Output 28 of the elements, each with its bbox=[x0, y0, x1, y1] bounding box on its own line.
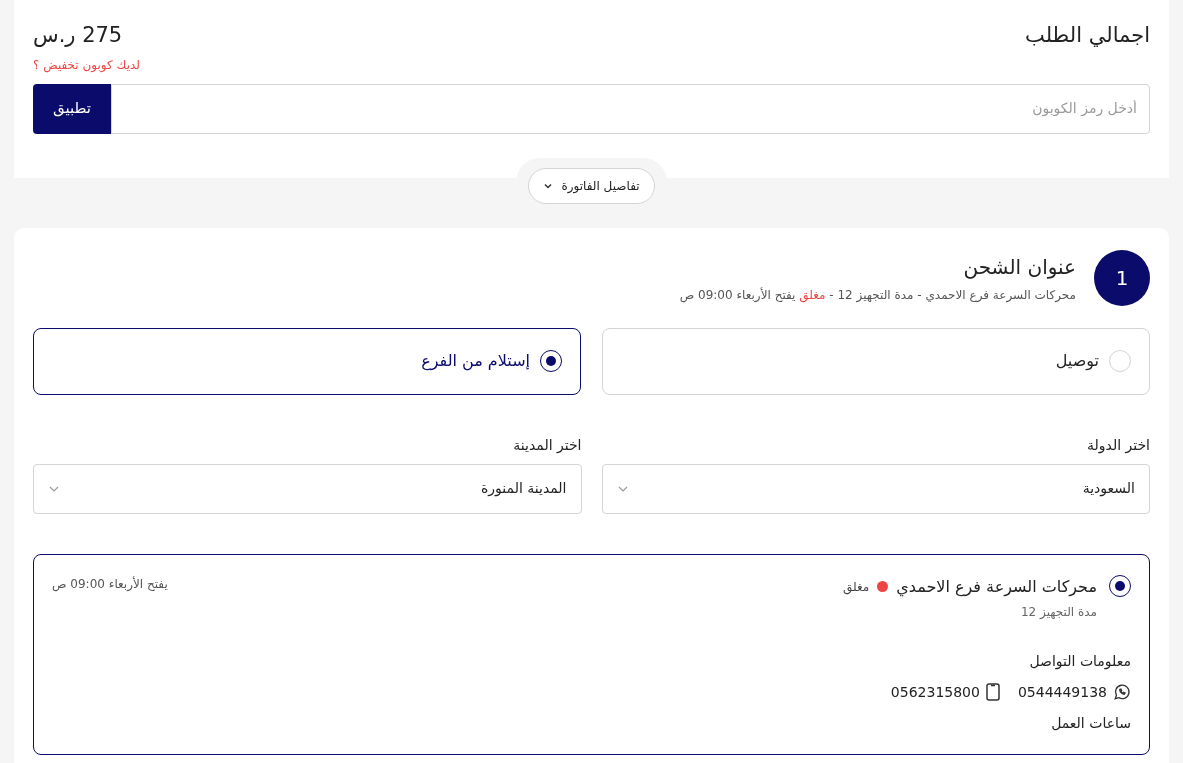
dropdown-select[interactable]: المدينة المنورة bbox=[33, 463, 582, 514]
apply-button[interactable]: تطبيق bbox=[33, 83, 111, 134]
option-label: توصيل bbox=[1055, 350, 1099, 373]
step-number: 1 bbox=[1094, 249, 1150, 306]
branch-summary: محركات السرعة فرع الاحمدي - مدة التجهيز 12 - bbox=[828, 287, 1076, 302]
contact-title: معلومات التواصل bbox=[1028, 651, 1131, 672]
order-total-amount: 275 ر.س bbox=[33, 22, 123, 49]
select-label: اختر الدولة bbox=[1086, 435, 1150, 456]
whatsapp-number: 0544449138 bbox=[1017, 682, 1107, 702]
working-hours-title: ساعات العمل bbox=[1050, 713, 1131, 733]
opening-time: يفتح الأربعاء 09:00 ص bbox=[679, 287, 797, 302]
order-total-title: اجمالي الطلب bbox=[1025, 22, 1150, 49]
invoice-details-toggle[interactable]: تفاصيل الفاتورة bbox=[528, 167, 655, 204]
select-label: اختر المدينة bbox=[512, 435, 582, 455]
branch-status: مغلق bbox=[799, 287, 826, 302]
option-label: إستلام من الفرع bbox=[421, 350, 530, 373]
shipping-title: عنوان الشحن bbox=[962, 253, 1076, 281]
delivery-option[interactable]: إستلام من الفرع bbox=[33, 327, 581, 395]
delivery-option[interactable]: توصيل bbox=[602, 327, 1150, 395]
preparation-time: مدة التجهيز 12 bbox=[1019, 603, 1097, 621]
mobile-phone-icon bbox=[985, 683, 1000, 701]
dropdown-select[interactable]: السعودية bbox=[601, 463, 1150, 514]
coupon-prompt: لديك كوبون تخفيض ؟ bbox=[33, 56, 140, 74]
branch-status: مغلق bbox=[843, 578, 870, 596]
opening-time: يفتح الأربعاء 09:00 ص bbox=[52, 575, 168, 593]
branch-name: محركات السرعة فرع الاحمدي bbox=[896, 575, 1097, 599]
mobile-number: 0562315800 bbox=[890, 682, 980, 702]
whatsapp-icon bbox=[1113, 683, 1131, 701]
